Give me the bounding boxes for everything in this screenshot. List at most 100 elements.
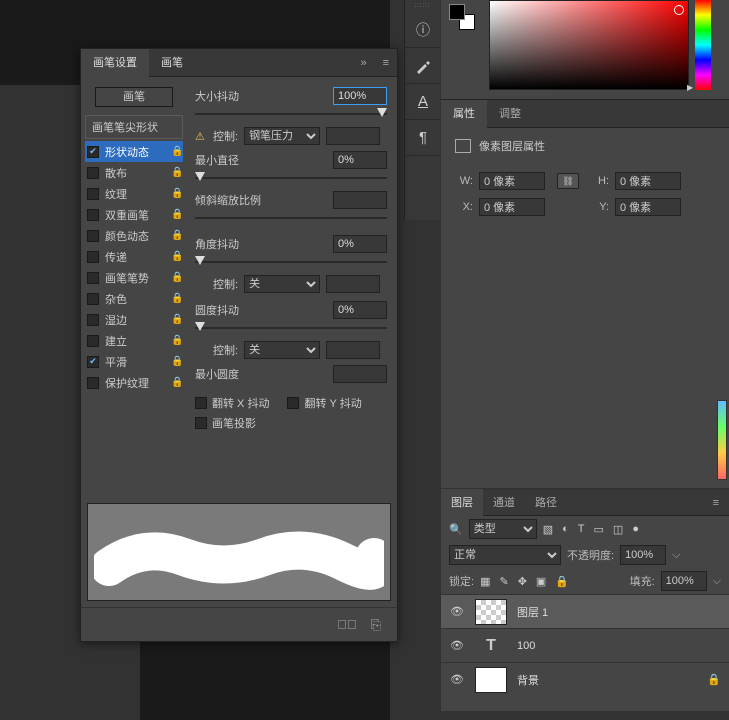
filter-text-icon[interactable]: T: [578, 523, 585, 536]
size-jitter-input[interactable]: [333, 87, 387, 105]
lock-icon[interactable]: 🔒: [171, 314, 183, 325]
lock-trans-icon[interactable]: ▦: [480, 575, 490, 588]
character-icon[interactable]: A: [405, 84, 441, 120]
checkbox-icon[interactable]: [87, 377, 99, 389]
round-jitter-input[interactable]: [333, 301, 387, 319]
checkbox-icon[interactable]: [87, 335, 99, 347]
lock-all-icon[interactable]: 🔒: [555, 575, 569, 588]
brush-option-8[interactable]: 湿边🔒: [85, 309, 183, 330]
filter-shape-icon[interactable]: ▭: [594, 523, 604, 536]
collapse-icon[interactable]: »: [352, 57, 374, 69]
layer-name[interactable]: 100: [517, 640, 721, 652]
flip-x-checkbox[interactable]: 翻转 X 抖动: [195, 395, 269, 411]
round-jitter-slider[interactable]: [195, 321, 387, 335]
panel-grip[interactable]: ::::::: [405, 0, 440, 12]
panel-menu-icon[interactable]: ≡: [375, 57, 397, 69]
lock-paint-icon[interactable]: ✎: [499, 575, 508, 588]
layer-thumb[interactable]: [475, 599, 507, 625]
lock-artboard-icon[interactable]: ▣: [536, 575, 546, 588]
checkbox-icon[interactable]: [87, 230, 99, 242]
brush-tip-shape[interactable]: 画笔笔尖形状: [85, 115, 183, 139]
brush-option-3[interactable]: 双重画笔🔒: [85, 204, 183, 225]
checkbox-icon[interactable]: [87, 209, 99, 221]
filter-toggle-icon[interactable]: ●: [632, 523, 639, 536]
lock-icon[interactable]: 🔒: [171, 335, 183, 346]
color-field[interactable]: [489, 0, 689, 90]
flip-y-checkbox[interactable]: 翻转 Y 抖动: [287, 395, 361, 411]
brush-tool-icon[interactable]: [405, 48, 441, 84]
filter-smart-icon[interactable]: ◫: [613, 523, 623, 536]
tab-properties[interactable]: 属性: [441, 100, 487, 128]
blend-mode-select[interactable]: 正常: [449, 545, 561, 565]
lock-icon[interactable]: 🔒: [171, 146, 183, 157]
lock-icon[interactable]: 🔒: [171, 272, 183, 283]
opacity-input[interactable]: [620, 545, 666, 565]
toggle-preview-icon[interactable]: 👁⃞: [337, 617, 357, 632]
checkbox-icon[interactable]: [87, 293, 99, 305]
tab-layers[interactable]: 图层: [441, 489, 483, 517]
link-wh-icon[interactable]: ⛓: [557, 173, 579, 189]
layer-item[interactable]: 👁 T 100: [441, 628, 729, 662]
brush-option-4[interactable]: 颜色动态🔒: [85, 225, 183, 246]
checkbox-icon[interactable]: [87, 251, 99, 263]
size-jitter-slider[interactable]: [195, 107, 387, 121]
tab-brush-settings[interactable]: 画笔设置: [81, 49, 149, 77]
brush-option-1[interactable]: 散布🔒: [85, 162, 183, 183]
layer-name[interactable]: 背景: [517, 672, 697, 688]
hue-slider[interactable]: [695, 0, 711, 90]
angle-jitter-input[interactable]: [333, 235, 387, 253]
brush-option-7[interactable]: 杂色🔒: [85, 288, 183, 309]
y-input[interactable]: [615, 198, 681, 216]
lock-icon[interactable]: 🔒: [171, 251, 183, 262]
visibility-icon[interactable]: 👁: [449, 639, 465, 652]
filter-pixel-icon[interactable]: ▧: [543, 523, 553, 536]
visibility-icon[interactable]: 👁: [449, 605, 465, 618]
brush-option-6[interactable]: 画笔笔势🔒: [85, 267, 183, 288]
lock-icon[interactable]: 🔒: [171, 209, 183, 220]
lock-icon[interactable]: 🔒: [171, 377, 183, 388]
paragraph-icon[interactable]: ¶: [405, 120, 441, 156]
brush-option-11[interactable]: 保护纹理🔒: [85, 372, 183, 393]
checkbox-icon[interactable]: [87, 188, 99, 200]
layer-item[interactable]: 👁 背景 🔒: [441, 662, 729, 696]
text-layer-icon[interactable]: T: [475, 633, 507, 659]
control3-select[interactable]: 关: [244, 341, 320, 359]
brush-option-9[interactable]: 建立🔒: [85, 330, 183, 351]
tab-channels[interactable]: 通道: [483, 489, 525, 517]
lock-icon[interactable]: 🔒: [171, 167, 183, 178]
checkbox-icon[interactable]: [87, 356, 99, 368]
lock-icon[interactable]: 🔒: [171, 188, 183, 199]
checkbox-icon[interactable]: [87, 272, 99, 284]
filter-type-select[interactable]: 类型: [469, 519, 537, 539]
tab-adjustments[interactable]: 调整: [487, 100, 533, 128]
layer-lock-icon[interactable]: 🔒: [707, 673, 721, 686]
brush-option-5[interactable]: 传递🔒: [85, 246, 183, 267]
min-diameter-slider[interactable]: [195, 171, 387, 185]
w-input[interactable]: [479, 172, 545, 190]
brush-projection-checkbox[interactable]: 画笔投影: [195, 415, 256, 431]
lock-icon[interactable]: 🔒: [171, 230, 183, 241]
lock-icon[interactable]: 🔒: [171, 356, 183, 367]
control2-extra[interactable]: [326, 275, 380, 293]
min-diameter-input[interactable]: [333, 151, 387, 169]
layer-item[interactable]: 👁 图层 1: [441, 594, 729, 628]
lock-icon[interactable]: 🔒: [171, 293, 183, 304]
x-input[interactable]: [479, 198, 545, 216]
control-extra[interactable]: [326, 127, 380, 145]
h-input[interactable]: [615, 172, 681, 190]
fg-bg-swatch[interactable]: [449, 4, 477, 32]
fill-input[interactable]: [661, 571, 707, 591]
lock-pos-icon[interactable]: ✥: [518, 575, 527, 588]
angle-jitter-slider[interactable]: [195, 255, 387, 269]
control2-select[interactable]: 关: [244, 275, 320, 293]
visibility-icon[interactable]: 👁: [449, 673, 465, 686]
control3-extra[interactable]: [326, 341, 380, 359]
brush-option-2[interactable]: 纹理🔒: [85, 183, 183, 204]
layer-name[interactable]: 图层 1: [517, 604, 721, 620]
tab-paths[interactable]: 路径: [525, 489, 567, 517]
brush-option-10[interactable]: 平滑🔒: [85, 351, 183, 372]
filter-adjust-icon[interactable]: ◐: [562, 523, 569, 536]
checkbox-icon[interactable]: [87, 146, 99, 158]
checkbox-icon[interactable]: [87, 167, 99, 179]
tab-brushes[interactable]: 画笔: [149, 49, 195, 77]
